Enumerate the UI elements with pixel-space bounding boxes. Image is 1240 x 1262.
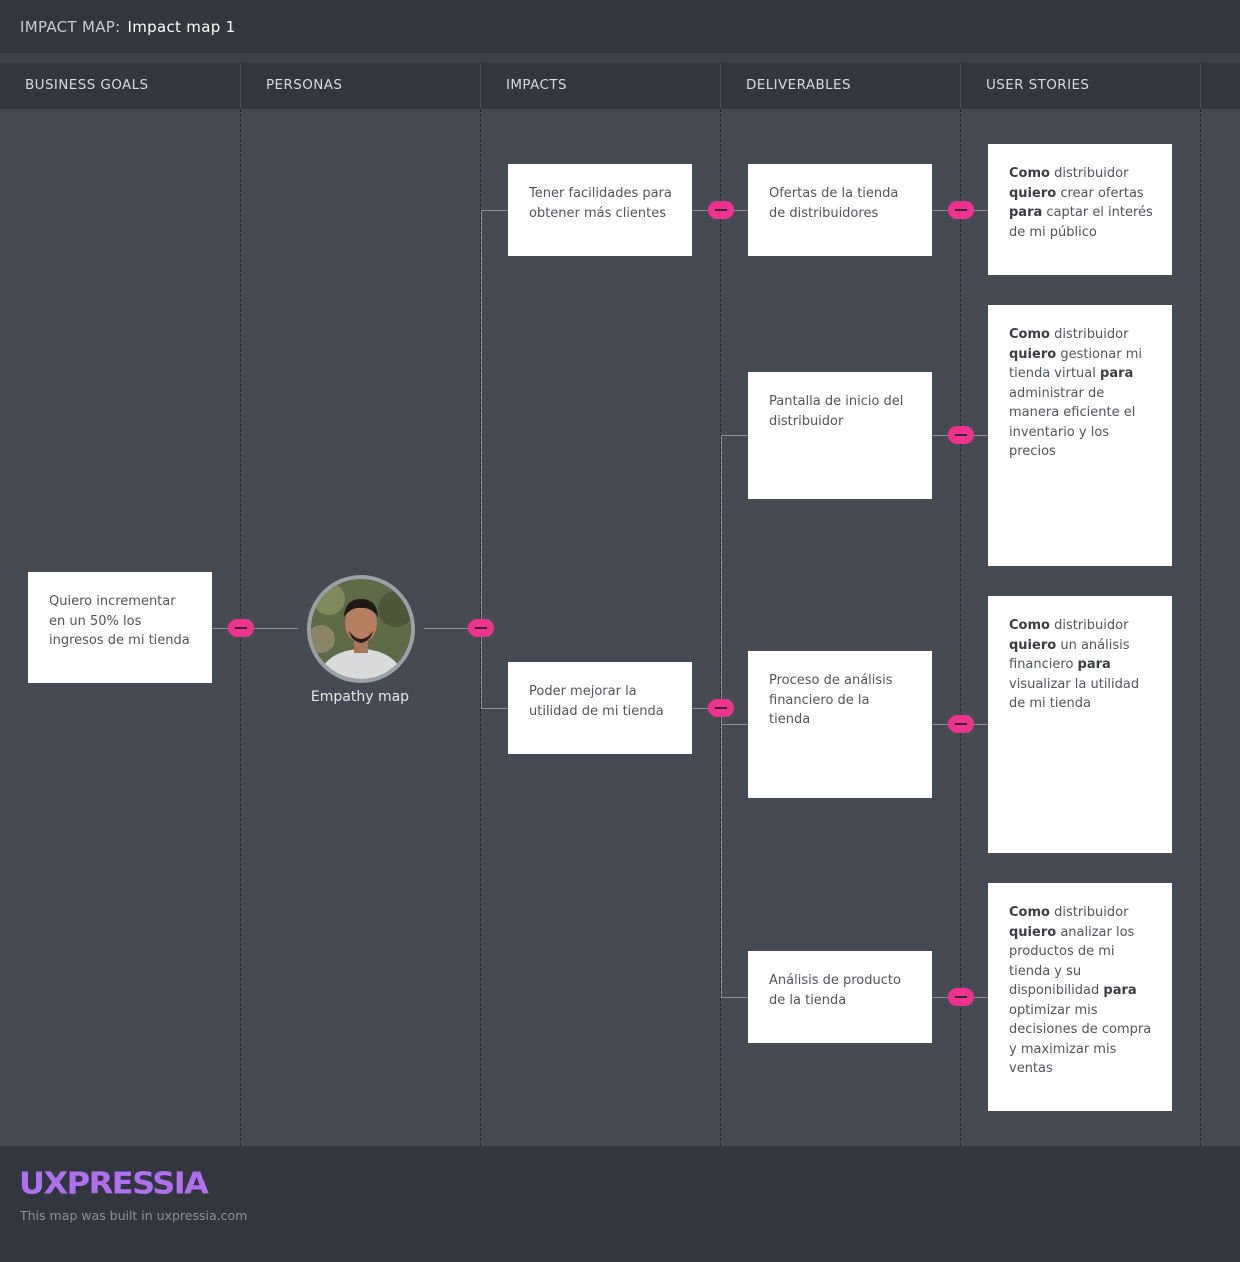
map-canvas: Quiero incrementar en un 50% los ingreso… — [0, 109, 1240, 1146]
map-type-label: IMPACT MAP: — [20, 18, 121, 36]
impact-card[interactable]: Poder mejorar la utilidad de mi tienda — [508, 662, 692, 754]
column-headers: BUSINESS GOALS PERSONAS IMPACTS DELIVERA… — [0, 63, 1240, 109]
map-name[interactable]: Impact map 1 — [128, 18, 236, 36]
business-goal-card[interactable]: Quiero incrementar en un 50% los ingreso… — [28, 572, 212, 683]
person-photo-icon — [311, 579, 411, 679]
map-title: IMPACT MAP: Impact map 1 — [20, 18, 235, 36]
user-story-card[interactable]: Como distribuidor quiero un análisis fin… — [988, 596, 1172, 853]
story-keyword: quiero — [1009, 924, 1057, 940]
story-text: distribuidor — [1054, 618, 1129, 633]
story-keyword: Como — [1009, 166, 1050, 181]
story-keyword: Como — [1009, 327, 1050, 342]
collapse-toggle-icon[interactable] — [228, 619, 254, 637]
story-keyword: quiero — [1009, 346, 1057, 362]
column-header-impacts: IMPACTS — [481, 63, 721, 109]
story-keyword: para — [1077, 657, 1111, 672]
story-text: visualizar la utilidad de mi tienda — [1009, 676, 1140, 712]
story-keyword: para — [1103, 983, 1137, 998]
header-separator — [0, 53, 1240, 63]
user-story-card[interactable]: Como distribuidor quiero crear ofertas p… — [988, 144, 1172, 275]
column-label: IMPACTS — [506, 77, 567, 93]
connector-line — [212, 628, 298, 629]
connector-line — [721, 435, 748, 436]
deliverable-card[interactable]: Análisis de producto de la tienda — [748, 951, 932, 1043]
story-text: distribuidor — [1054, 166, 1129, 181]
collapse-toggle-icon[interactable] — [948, 715, 974, 733]
column-label: DELIVERABLES — [746, 77, 851, 93]
footer: UXPRESSIA This map was built in uxpressi… — [0, 1146, 1240, 1262]
story-text: administrar de manera eficiente el inven… — [1009, 385, 1136, 460]
deliverable-card[interactable]: Ofertas de la tienda de distribuidores — [748, 164, 932, 256]
collapse-toggle-icon[interactable] — [948, 426, 974, 444]
story-keyword: quiero — [1009, 637, 1057, 653]
column-divider — [1200, 109, 1201, 1146]
deliverable-card[interactable]: Proceso de análisis financiero de la tie… — [748, 651, 932, 798]
uxpressia-logo[interactable]: UXPRESSIA — [19, 1165, 209, 1201]
footer-note: This map was built in uxpressia.com — [20, 1208, 248, 1223]
story-keyword: quiero — [1009, 185, 1057, 201]
collapse-toggle-icon[interactable] — [948, 201, 974, 219]
story-text: optimizar mis decisiones de compra y max… — [1009, 1002, 1152, 1077]
story-keyword: para — [1100, 366, 1134, 381]
connector-line — [721, 724, 748, 725]
column-header-deliverables: DELIVERABLES — [721, 63, 961, 109]
user-story-card[interactable]: Como distribuidor quiero gestionar mi ti… — [988, 305, 1172, 566]
connector-line — [481, 210, 508, 211]
story-keyword: para — [1009, 205, 1043, 220]
deliverable-card[interactable]: Pantalla de inicio del distribuidor — [748, 372, 932, 499]
persona-avatar[interactable] — [307, 575, 415, 683]
column-label: PERSONAS — [266, 77, 343, 93]
story-text: crear ofertas — [1060, 185, 1144, 201]
story-keyword: Como — [1009, 905, 1050, 920]
connector-line — [481, 708, 508, 709]
column-header-business-goals: BUSINESS GOALS — [0, 63, 241, 109]
collapse-toggle-icon[interactable] — [468, 619, 494, 637]
column-label: BUSINESS GOALS — [25, 77, 149, 93]
collapse-toggle-icon[interactable] — [708, 699, 734, 717]
story-text: distribuidor — [1054, 327, 1129, 342]
story-text: distribuidor — [1054, 905, 1129, 920]
connector-line — [721, 997, 748, 998]
title-bar: IMPACT MAP: Impact map 1 — [0, 0, 1240, 53]
column-header-user-stories: USER STORIES — [961, 63, 1201, 109]
user-story-card[interactable]: Como distribuidor quiero analizar los pr… — [988, 883, 1172, 1111]
column-header-personas: PERSONAS — [241, 63, 481, 109]
persona-name[interactable]: Empathy map — [300, 689, 420, 705]
column-label: USER STORIES — [986, 77, 1090, 93]
story-keyword: Como — [1009, 618, 1050, 633]
collapse-toggle-icon[interactable] — [948, 988, 974, 1006]
collapse-toggle-icon[interactable] — [708, 201, 734, 219]
impact-card[interactable]: Tener facilidades para obtener más clien… — [508, 164, 692, 256]
